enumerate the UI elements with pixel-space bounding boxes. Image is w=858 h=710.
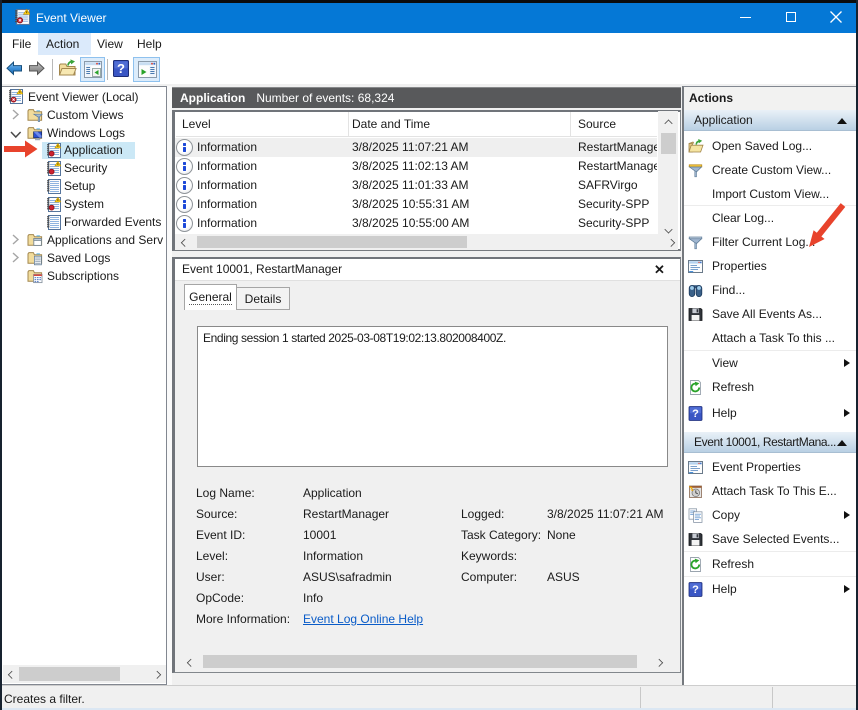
svg-text:?: ? bbox=[692, 408, 699, 420]
svg-text:?: ? bbox=[692, 584, 699, 596]
svg-text:?: ? bbox=[117, 61, 125, 76]
